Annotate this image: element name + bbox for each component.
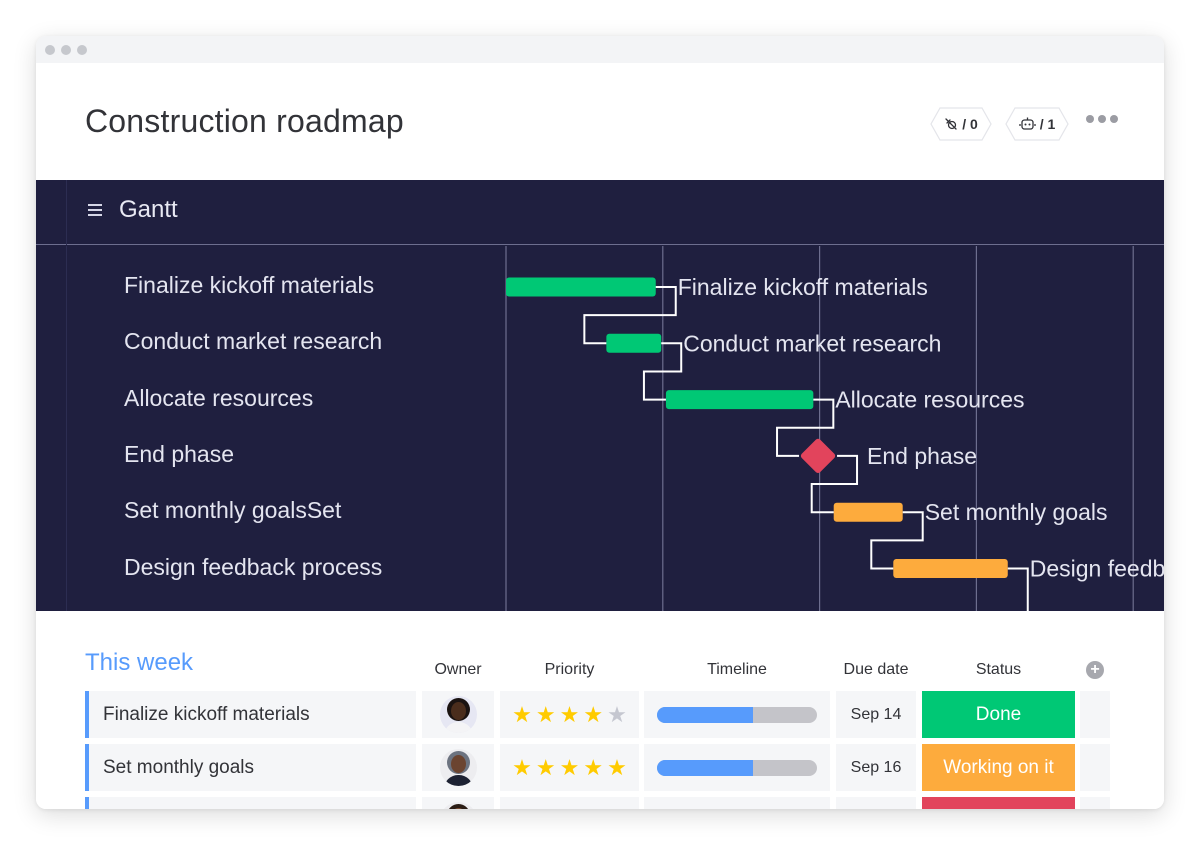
column-header-timeline[interactable]: Timeline xyxy=(644,661,830,679)
item-name-cell[interactable]: Set monthly goals xyxy=(85,744,416,791)
gantt-bar-label: Finalize kickoff materials xyxy=(678,274,928,300)
gantt-view-title: Gantt xyxy=(119,196,178,223)
empty-cell xyxy=(1080,691,1110,738)
plug-icon xyxy=(945,118,957,130)
status-badge[interactable] xyxy=(922,797,1075,809)
group-title[interactable]: This week xyxy=(85,649,193,677)
star-icon[interactable]: ★ xyxy=(583,703,603,726)
star-icon[interactable]: ★ xyxy=(607,703,627,726)
app-window: Construction roadmap / 0 / 1 Gantt Final… xyxy=(36,36,1164,809)
gantt-bar xyxy=(506,277,656,297)
gantt-milestone xyxy=(800,438,836,474)
gantt-view: Gantt Finalize kickoff materials Conduct … xyxy=(36,180,1164,611)
board-header: Construction roadmap / 0 / 1 xyxy=(36,63,1164,180)
item-name: Set monthly goals xyxy=(103,756,255,778)
table-row[interactable] xyxy=(85,797,1111,809)
table-row[interactable]: Set monthly goals ★ ★ ★ ★ ★ Sep 16 Working o… xyxy=(85,744,1111,791)
gantt-bar xyxy=(606,333,662,353)
gantt-bar-label: Design feedback process xyxy=(1030,556,1164,582)
column-header-due-date[interactable]: Due date xyxy=(836,661,916,679)
owner-cell[interactable] xyxy=(422,744,494,791)
due-date-cell[interactable]: Sep 16 xyxy=(836,744,916,791)
gantt-bar-label: End phase xyxy=(867,443,977,469)
page-title: Construction roadmap xyxy=(85,103,404,139)
item-name-cell[interactable] xyxy=(85,797,416,809)
star-icon[interactable]: ★ xyxy=(512,703,532,726)
window-control-dot[interactable] xyxy=(45,45,55,55)
status-badge[interactable]: Done xyxy=(922,691,1075,738)
status-label: Working on it xyxy=(943,756,1054,778)
empty-cell xyxy=(1080,797,1110,809)
automations-count: / 1 xyxy=(1039,116,1056,132)
gantt-bar-label: Conduct market research xyxy=(683,330,941,356)
due-date-cell[interactable] xyxy=(836,797,916,809)
window-control-dot[interactable] xyxy=(61,45,71,55)
star-icon[interactable]: ★ xyxy=(560,703,580,726)
more-dot xyxy=(1098,115,1106,123)
more-dot xyxy=(1110,115,1118,123)
column-header-owner[interactable]: Owner xyxy=(422,661,494,679)
owner-cell[interactable] xyxy=(422,797,494,809)
priority-rating[interactable]: ★ ★ ★ ★ ★ xyxy=(500,691,639,738)
priority-rating[interactable] xyxy=(500,797,639,809)
gantt-bar-label: Set monthly goals xyxy=(925,499,1108,525)
avatar[interactable] xyxy=(439,749,477,786)
star-icon[interactable]: ★ xyxy=(536,703,556,726)
window-titlebar xyxy=(36,36,1164,63)
robot-icon xyxy=(1019,117,1036,130)
window-control-dot[interactable] xyxy=(77,45,87,55)
more-dots-icon xyxy=(1086,115,1094,123)
empty-cell xyxy=(1080,744,1110,791)
priority-rating[interactable]: ★ ★ ★ ★ ★ xyxy=(500,744,639,791)
timeline-bar[interactable] xyxy=(657,759,817,776)
star-icon[interactable]: ★ xyxy=(607,756,627,779)
timeline-cell[interactable] xyxy=(644,797,830,809)
integrations-count: / 0 xyxy=(962,116,978,132)
star-icon[interactable]: ★ xyxy=(536,756,556,779)
column-header-priority[interactable]: Priority xyxy=(500,661,639,679)
column-header-status[interactable]: Status xyxy=(922,661,1075,679)
integrations-button[interactable]: / 0 xyxy=(930,107,992,141)
gantt-body: Finalize kickoff materials Conduct market… xyxy=(36,246,1164,611)
gantt-dependency-line xyxy=(1007,567,1029,611)
timeline-cell[interactable] xyxy=(644,691,830,738)
item-name-cell[interactable]: Finalize kickoff materials xyxy=(85,691,416,738)
avatar[interactable] xyxy=(439,696,477,733)
divider xyxy=(66,180,67,245)
due-date-cell[interactable]: Sep 14 xyxy=(836,691,916,738)
timeline-bar[interactable] xyxy=(657,706,817,723)
gantt-bar xyxy=(665,390,814,410)
gantt-toolbar: Gantt xyxy=(36,180,1164,245)
status-label: Done xyxy=(975,703,1022,725)
timeline-cell[interactable] xyxy=(644,744,830,791)
more-options-button[interactable] xyxy=(1086,115,1118,123)
gantt-chart: Finalize kickoff materials Conduct market… xyxy=(505,246,1164,611)
timeline-progress xyxy=(657,706,753,723)
star-icon[interactable]: ★ xyxy=(560,756,580,779)
status-badge[interactable]: Working on it xyxy=(922,744,1075,791)
due-date: Sep 14 xyxy=(850,705,902,723)
table-row[interactable]: Finalize kickoff materials ★ ★ ★ ★ ★ Sep 14 … xyxy=(85,691,1111,738)
star-icon[interactable]: ★ xyxy=(512,756,532,779)
gantt-bar xyxy=(833,502,903,522)
plus-circle-icon[interactable]: + xyxy=(1086,661,1104,679)
avatar[interactable] xyxy=(439,802,477,809)
board-group: This week Owner Priority Timeline Due da… xyxy=(36,611,1164,809)
owner-cell[interactable] xyxy=(422,691,494,738)
timeline-progress xyxy=(657,759,753,776)
gantt-bar-label: Allocate resources xyxy=(835,387,1024,413)
hamburger-menu-icon[interactable] xyxy=(88,204,102,216)
due-date: Sep 16 xyxy=(850,758,902,776)
automations-button[interactable]: / 1 xyxy=(1005,107,1069,141)
item-name: Finalize kickoff materials xyxy=(103,703,310,725)
gantt-bar xyxy=(893,559,1008,578)
star-icon[interactable]: ★ xyxy=(583,756,603,779)
